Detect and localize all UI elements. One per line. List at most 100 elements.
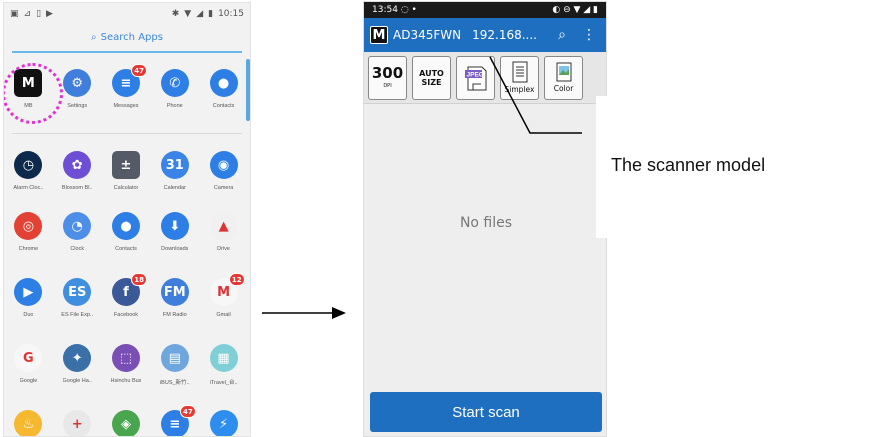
es-file-explorer-icon: ES [63,278,92,306]
app-launcher-item[interactable]: FM FM Radio [150,278,199,318]
camera-icon: ◉ [209,151,238,179]
google-icon: G [14,344,43,372]
app-label: Calendar [163,185,186,191]
alarm-clock-icon: ◷ [14,151,43,179]
scanner-app-screen: 13:54 ◌ • ◐ ⊖ ▼ ◢ ▮ M AD345FWN 192.168..… [363,1,607,437]
notification-badge: 18 [131,273,147,286]
app-launcher-item[interactable]: ⬇ Downloads [150,212,199,252]
app-launcher-item[interactable]: ± Calculator [102,151,151,191]
app-launcher-item[interactable]: ◎ Chrome [4,212,53,252]
facebook-icon: f 18 [111,273,147,306]
app-row: ▶ Duo ES ES File Exp.. f 18 Facebook FM FM Radio… [4,273,248,318]
google-hangouts-icon: ✦ [63,344,92,372]
app-label: Blossom Bl.. [61,185,93,191]
search-apps-label: Search Apps [100,31,163,43]
app-launcher-item[interactable]: 31 Calendar [150,151,199,191]
app-launcher-item[interactable]: ▲ Drive [199,212,248,252]
lightbulb-icon: ♨ [14,410,43,436]
status-icons: ◐ ⊖ ▼ ◢ ▮ [552,5,598,15]
downloads-icon: ⬇ [160,212,189,240]
auto-size-line2: SIZE [421,77,442,87]
app-row: ◎ Chrome ◔ Clock ● Contacts ⬇ Downloads ▲ Drive [4,212,248,252]
app-launcher-item[interactable]: ✆ Phone [150,69,199,109]
chrome-icon: ◎ [14,212,43,240]
app-launcher-item[interactable]: f 18 Facebook [102,273,151,318]
app-launcher-item[interactable]: ▦ iTravel_台.. [199,344,248,386]
scanner-ip-address: 192.168.... [472,28,537,42]
simplex-label: Simplex [504,85,535,94]
resolution-value: 300 [371,64,404,82]
page-icon [512,61,527,83]
notification-icon: ⊿ [23,9,32,19]
app-launcher-item[interactable]: ◔ Clock [53,212,102,252]
app-label: Downloads [161,246,189,252]
status-bar: ▣ ⊿ ▯ ▶ ✱ ▼ ◢ ▮ 10:15 [4,3,250,25]
app-launcher-item[interactable]: ⚡ [199,410,248,436]
resolution-button[interactable]: 300 DPI [368,55,407,100]
start-scan-button[interactable]: Start scan [370,392,602,432]
annotation-label: The scanner model [611,155,766,175]
fm-radio-icon: FM [160,278,189,306]
app-launcher-item[interactable]: M 12 Gmail [199,273,248,318]
app-label: Clock [70,246,85,252]
app-launcher-item[interactable]: ● Contacts [102,212,151,252]
status-time: 13:54 [372,5,398,15]
app-launcher-item[interactable]: ⬚ Hsinchu Bus [102,344,151,386]
color-mode-button[interactable]: Color [544,55,583,100]
app-launcher-item[interactable]: ♨ [4,410,53,436]
app-launcher-item[interactable]: ◉ Camera [199,151,248,191]
auto-size-button[interactable]: AUTO SIZE [412,55,451,100]
messenger-icon: ⚡ [209,410,238,436]
notification-icon: ◌ • [400,5,417,15]
app-launcher-item[interactable]: ✿ Blossom Bl.. [53,151,102,191]
notification-badge: 12 [228,273,245,286]
itravel-icon: ▦ [209,344,238,372]
app-label: Drive [217,246,230,252]
bluetooth-icon: ✱ [171,9,180,19]
file-format-button[interactable]: JPEG [456,55,495,100]
overflow-menu-icon[interactable]: ⋮ [578,24,600,46]
app-launcher-item[interactable]: ◷ Alarm Cloc.. [4,151,53,191]
simplex-button[interactable]: Simplex [500,55,539,100]
app-launcher-item[interactable]: ● Contacts [199,69,248,109]
app-label: Camera [213,185,234,191]
color-label: Color [553,84,574,93]
color-image-icon [556,62,571,82]
notification-icon: ▣ [10,9,19,19]
app-launcher-item[interactable]: ◈ [102,410,151,436]
search-icon[interactable]: ⌕ [551,24,573,46]
search-icon: ⌕ [91,31,97,43]
app-launcher-item[interactable]: ✦ Google Ha.. [53,344,102,386]
app-launcher-item[interactable]: G Google [4,344,53,386]
row-divider [12,133,242,134]
app-launcher-item[interactable]: + [53,410,102,436]
app-launcher-item[interactable]: ≡ 47 [150,405,199,436]
maps-icon: ◈ [111,410,140,436]
app-label: Hsinchu Bus [110,378,142,384]
app-logo-icon: M [370,26,388,44]
app-label: Calculator [113,185,139,191]
app-label: Chrome [18,246,39,252]
jpeg-file-icon: JPEG [464,66,486,90]
app-label: Alarm Cloc.. [13,185,44,191]
app-label: Google Ha.. [62,378,92,384]
duo-icon: ▶ [14,278,43,306]
play-icon: ▶ [46,9,53,19]
app-row: G Google ✦ Google Ha.. ⬚ Hsinchu Bus ▤ iBUS_新竹.… [4,344,248,386]
screenshot-stage: ▣ ⊿ ▯ ▶ ✱ ▼ ◢ ▮ 10:15 ⌕ Search Apps M MB ⚙… [0,0,878,437]
app-launcher-item[interactable]: ≡ 47 Messages [102,64,151,109]
app-launcher-item[interactable]: ES ES File Exp.. [53,278,102,318]
empty-state-text: No files [459,215,513,231]
app-label: iBUS_新竹.. [159,380,190,386]
messages-icon: ≡ 47 [160,405,196,436]
app-label: ES File Exp.. [61,312,94,318]
resolution-unit: DPI [383,83,392,89]
plus-icon: + [63,410,92,436]
scanner-model-name[interactable]: AD345FWN [393,28,461,42]
app-launcher-item[interactable]: ▤ iBUS_新竹.. [150,344,199,386]
app-launcher-item[interactable]: ▶ Duo [4,278,53,318]
messages-icon: ≡ 47 [111,64,147,97]
search-apps-bar[interactable]: ⌕ Search Apps [4,25,250,49]
app-label: Messages [113,103,139,109]
app-label: Duo [23,312,34,318]
